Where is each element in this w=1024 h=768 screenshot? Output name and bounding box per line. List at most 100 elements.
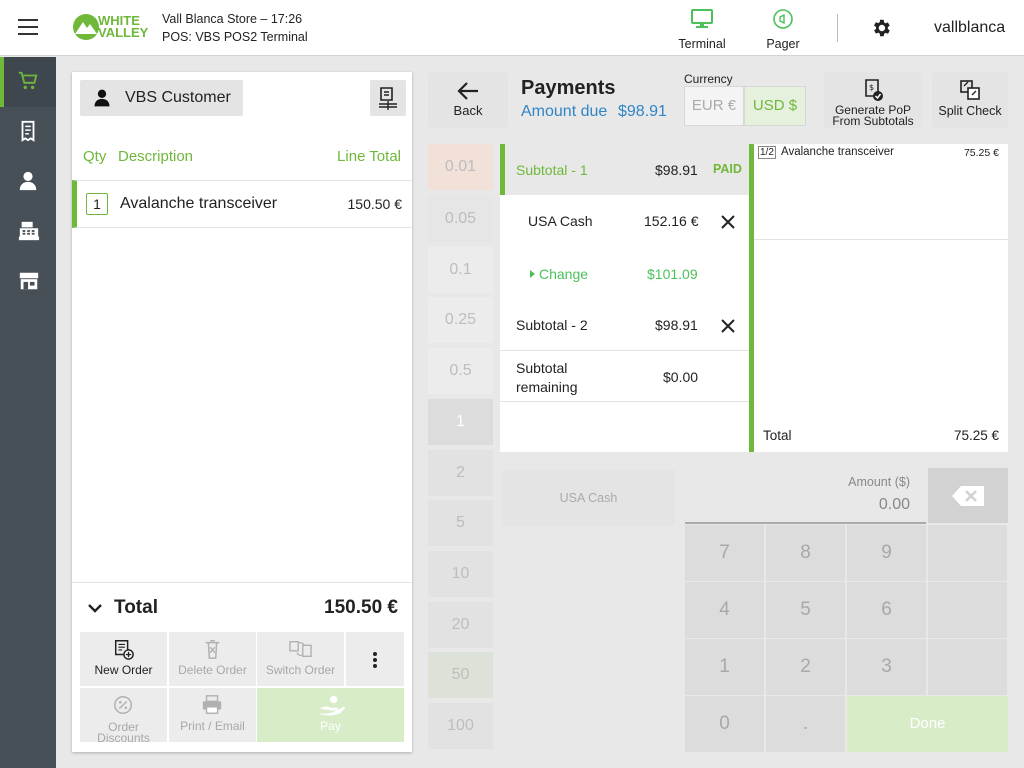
- keypad-key[interactable]: 1: [685, 639, 764, 695]
- sidebar-item-store[interactable]: [0, 257, 56, 307]
- app-header: WHITE VALLEY Vall Blanca Store – 17:26 P…: [0, 0, 1024, 56]
- generate-pop-label-2: From Subtotals: [832, 114, 914, 128]
- keypad-key[interactable]: 3: [847, 639, 926, 695]
- denomination-button[interactable]: 0.5: [428, 348, 493, 394]
- mountain-logo-icon: [73, 14, 99, 40]
- denomination-button[interactable]: 0.01: [428, 144, 493, 190]
- arrow-left-icon: [457, 82, 478, 100]
- keypad-key[interactable]: 9: [847, 525, 926, 581]
- split-item-value: 75.25 €: [963, 147, 999, 159]
- amount-input[interactable]: Amount ($) 0.00: [685, 470, 926, 524]
- sidebar-item-cart[interactable]: [0, 57, 56, 107]
- denomination-button[interactable]: 10: [428, 551, 493, 597]
- person-icon: [19, 171, 37, 191]
- generate-pop-label: Generate PoP From Subtotals: [824, 104, 922, 128]
- remove-payment-icon[interactable]: [720, 214, 736, 230]
- terminal-button[interactable]: Terminal: [667, 6, 737, 52]
- keypad-key[interactable]: 7: [685, 525, 764, 581]
- delete-order-button[interactable]: Delete Order: [169, 632, 256, 686]
- subtotal-1-label: Subtotal - 1: [516, 162, 588, 178]
- order-line-row[interactable]: 1 Avalanche transceiver 150.50 €: [72, 180, 412, 228]
- delete-order-label: Delete Order: [178, 663, 247, 677]
- username[interactable]: vallblanca: [934, 19, 1005, 37]
- split-item-row[interactable]: 1/2 Avalanche transceiver 75.25 €: [754, 144, 1008, 240]
- subtotal-remaining-label: Subtotal remaining: [516, 359, 577, 397]
- pay-button[interactable]: Pay: [257, 688, 404, 742]
- new-order-icon: [114, 640, 134, 660]
- sidebar-item-orders[interactable]: [0, 107, 56, 157]
- receipt-icon: [21, 120, 35, 142]
- keypad-key[interactable]: 8: [766, 525, 845, 581]
- customer-button[interactable]: VBS Customer: [80, 80, 243, 116]
- backspace-icon: [952, 486, 984, 506]
- printer-icon: [202, 695, 222, 714]
- currency-label: Currency: [684, 72, 733, 86]
- backspace-button[interactable]: [928, 468, 1008, 523]
- receipt-options-button[interactable]: [370, 80, 406, 116]
- line-qty[interactable]: 1: [86, 193, 108, 215]
- sidebar-item-customers[interactable]: [0, 157, 56, 207]
- pager-button[interactable]: Pager: [748, 6, 818, 52]
- back-button[interactable]: Back: [428, 72, 508, 128]
- order-total-bar[interactable]: Total 150.50 €: [72, 582, 412, 628]
- order-discounts-button[interactable]: Order Discounts: [80, 688, 167, 744]
- denomination-button[interactable]: 0.1: [428, 247, 493, 293]
- subtotal-2-label: Subtotal - 2: [516, 317, 588, 333]
- subtotal-remaining-value: $0.00: [663, 369, 699, 385]
- change-value: $101.09: [647, 266, 698, 282]
- denomination-button[interactable]: 5: [428, 500, 493, 546]
- order-discounts-label: Order Discounts: [80, 721, 167, 744]
- denomination-button[interactable]: 100: [428, 703, 493, 749]
- pay-label: Pay: [320, 719, 341, 733]
- subtotals-panel: Subtotal - 1 $98.91 PAID USA Cash 152.16…: [500, 144, 754, 452]
- split-check-button[interactable]: Split Check: [932, 72, 1008, 128]
- switch-order-button[interactable]: Switch Order: [257, 632, 344, 686]
- store-time: Vall Blanca Store – 17:26: [162, 12, 303, 26]
- order-panel: VBS Customer Qty Description Line Total …: [72, 72, 412, 752]
- keypad-key[interactable]: 0: [685, 696, 764, 752]
- split-check-label: Split Check: [938, 104, 1002, 118]
- keypad-key[interactable]: 2: [766, 639, 845, 695]
- column-header-description: Description: [118, 148, 194, 165]
- print-email-button[interactable]: Print / Email: [169, 688, 256, 742]
- keypad-blank: [928, 582, 1007, 638]
- keypad-key[interactable]: 4: [685, 582, 764, 638]
- currency-eur-button[interactable]: EUR €: [684, 86, 744, 126]
- done-button[interactable]: Done: [847, 696, 1008, 752]
- denomination-button[interactable]: 2: [428, 450, 493, 496]
- generate-pop-button[interactable]: $ Generate PoP From Subtotals: [824, 72, 922, 128]
- subtotal-2-row[interactable]: Subtotal - 2 $98.91: [500, 299, 749, 351]
- cash-payment-label: USA Cash: [528, 213, 593, 229]
- sidebar-item-cash-register[interactable]: [0, 207, 56, 257]
- denomination-button[interactable]: 0.05: [428, 196, 493, 242]
- usa-cash-button[interactable]: USA Cash: [502, 470, 675, 526]
- keypad-key[interactable]: .: [766, 696, 845, 752]
- split-item-qty: 1/2: [758, 146, 776, 159]
- keypad-key[interactable]: 6: [847, 582, 926, 638]
- logo-line-2: VALLEY: [98, 25, 149, 40]
- currency-usd-button[interactable]: USD $: [744, 86, 806, 126]
- keypad-key[interactable]: 5: [766, 582, 845, 638]
- settings-button[interactable]: [866, 14, 896, 42]
- cash-payment-row[interactable]: USA Cash 152.16 €: [500, 195, 749, 247]
- more-options-button[interactable]: [346, 632, 404, 686]
- subtotal-1-row[interactable]: Subtotal - 1 $98.91 PAID: [500, 144, 749, 195]
- discount-icon: [114, 696, 133, 714]
- denomination-button[interactable]: 50: [428, 652, 493, 698]
- new-order-button[interactable]: New Order: [80, 632, 167, 686]
- trash-icon: [205, 640, 220, 659]
- chevron-down-icon[interactable]: [87, 601, 103, 617]
- receipt-settings-icon: [379, 87, 397, 110]
- split-item-description: Avalanche transceiver: [781, 146, 894, 158]
- store-icon: [19, 272, 39, 290]
- denomination-button[interactable]: 20: [428, 602, 493, 648]
- remove-subtotal-icon[interactable]: [720, 318, 736, 334]
- hamburger-menu-icon[interactable]: [18, 19, 38, 35]
- denomination-button[interactable]: 0.25: [428, 297, 493, 343]
- amount-value: 0.00: [878, 496, 910, 513]
- subtotal-remaining-row: Subtotal remaining $0.00: [500, 351, 749, 402]
- cash-register-icon: [18, 221, 40, 241]
- keypad-blank: [928, 525, 1007, 581]
- denomination-button[interactable]: 1: [428, 399, 493, 445]
- logo-text: WHITE VALLEY: [98, 14, 149, 40]
